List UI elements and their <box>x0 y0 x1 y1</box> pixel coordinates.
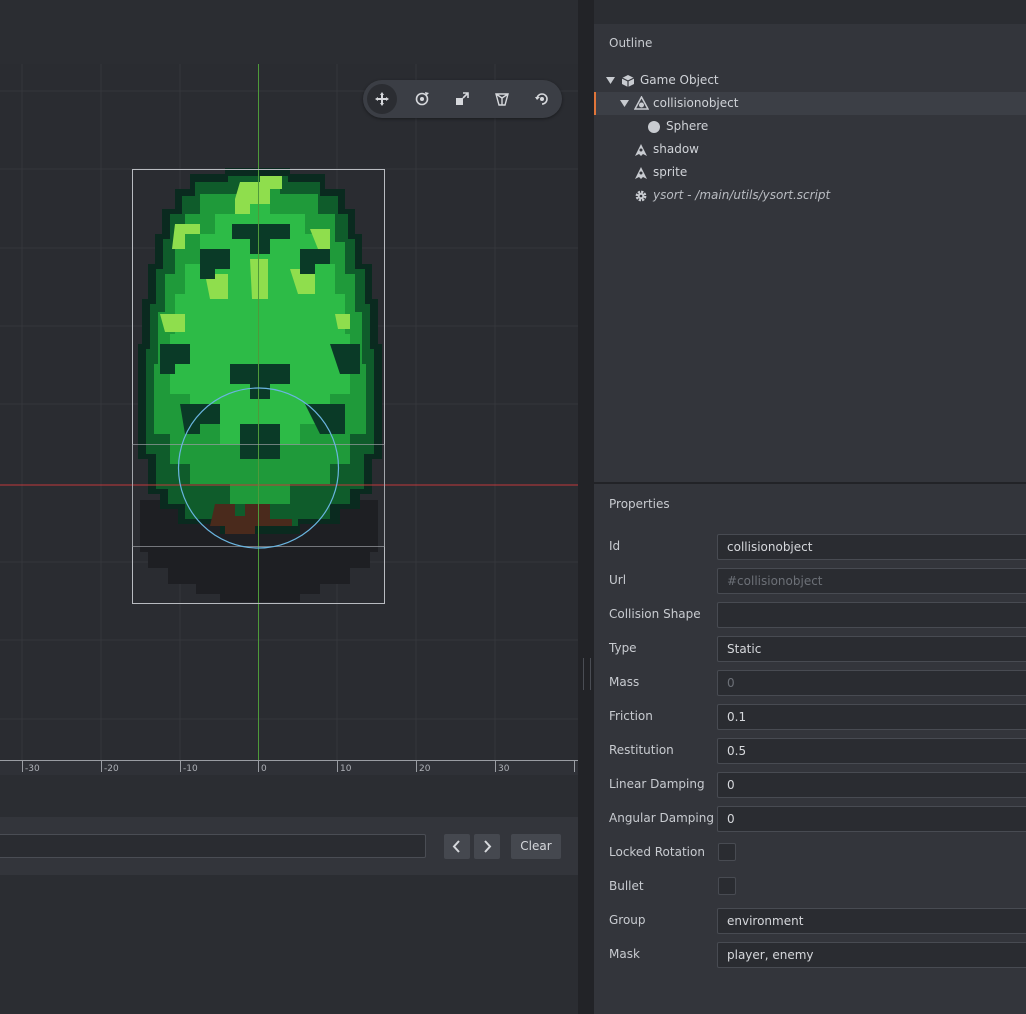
scale-tool-icon <box>456 92 469 105</box>
cube-icon <box>621 75 635 87</box>
outline-item-sprite[interactable]: sprite <box>594 161 1026 184</box>
rotate-tool-button[interactable] <box>407 84 437 114</box>
mass-field: 0 <box>717 670 1026 696</box>
property-label: Friction <box>609 709 653 723</box>
sprite-icon <box>635 144 647 156</box>
outline-item-label: collisionobject <box>653 96 739 110</box>
restitution-field[interactable]: 0.5 <box>717 738 1026 764</box>
reset-camera-button[interactable] <box>527 84 557 114</box>
sphere-icon <box>648 121 660 133</box>
scale-tool-button[interactable] <box>447 84 477 114</box>
outline-item-label: ysort - /main/utils/ysort.script <box>653 188 831 202</box>
property-type: Type Static <box>594 636 1026 662</box>
outline-item-sphere[interactable]: Sphere <box>594 115 1026 138</box>
expand-arrow-icon[interactable] <box>620 100 629 107</box>
collision-object-icon <box>634 96 649 110</box>
group-field[interactable]: environment <box>717 908 1026 934</box>
property-angular-damping: Angular Damping 0 <box>594 806 1026 832</box>
type-select[interactable]: Static <box>717 636 1026 662</box>
property-collision-shape: Collision Shape <box>594 602 1026 628</box>
console-search-input[interactable] <box>0 834 426 858</box>
ruler-tick-label: -10 <box>183 764 198 774</box>
move-tool-button[interactable] <box>367 84 397 114</box>
ruler-tick-label: 30 <box>498 764 510 774</box>
property-friction: Friction 0.1 <box>594 704 1026 730</box>
outline-item-label: sprite <box>653 165 688 179</box>
perspective-tool-icon <box>495 93 509 106</box>
move-tool-icon <box>375 92 389 106</box>
outline-item-ysort-script[interactable]: ysort - /main/utils/ysort.script <box>594 184 1026 207</box>
outline-item-collisionobject[interactable]: collisionobject <box>594 92 1026 115</box>
chevron-left-icon <box>452 840 460 853</box>
collision-shape-field[interactable] <box>717 602 1026 628</box>
previous-match-button[interactable] <box>444 834 470 859</box>
rotate-tool-icon <box>415 92 429 106</box>
ruler-tick-label: 10 <box>340 764 352 774</box>
transform-toolbar <box>363 80 562 118</box>
property-mass: Mass 0 <box>594 670 1026 696</box>
outline-item-label: Sphere <box>666 119 709 133</box>
panel-header-strip <box>594 0 1026 24</box>
property-label: Locked Rotation <box>609 845 705 859</box>
property-url: Url #collisionobject <box>594 568 1026 594</box>
property-label: Linear Damping <box>609 777 705 791</box>
gear-icon <box>635 190 647 202</box>
property-id: Id collisionobject <box>594 534 1026 560</box>
property-label: Url <box>609 573 627 587</box>
id-field[interactable]: collisionobject <box>717 534 1026 560</box>
property-label: Bullet <box>609 879 644 893</box>
outline-item-game-object[interactable]: Game Object <box>594 69 1026 92</box>
property-label: Angular Damping <box>609 811 714 825</box>
outline-item-label: Game Object <box>640 73 719 87</box>
properties-title: Properties <box>609 497 670 511</box>
angular-damping-field[interactable]: 0 <box>717 806 1026 832</box>
property-label: Restitution <box>609 743 674 757</box>
property-label: Group <box>609 913 646 927</box>
sprite-icon <box>635 167 647 179</box>
property-mask: Mask player, enemy <box>594 942 1026 968</box>
expand-arrow-icon[interactable] <box>606 77 615 84</box>
outline-item-shadow[interactable]: shadow <box>594 138 1026 161</box>
scene-canvas[interactable] <box>0 64 578 760</box>
horizontal-ruler: -30 -20 -10 0 10 20 30 <box>0 760 578 775</box>
viewport-header-strip <box>0 0 578 64</box>
perspective-tool-button[interactable] <box>487 84 517 114</box>
property-label: Mass <box>609 675 640 689</box>
ruler-tick-label: 20 <box>419 764 431 774</box>
properties-panel: Properties Id collisionobject Url #colli… <box>594 484 1026 1014</box>
property-restitution: Restitution 0.5 <box>594 738 1026 764</box>
clear-button[interactable]: Clear <box>511 834 561 859</box>
friction-field[interactable]: 0.1 <box>717 704 1026 730</box>
outline-item-label: shadow <box>653 142 699 156</box>
property-group: Group environment <box>594 908 1026 934</box>
reset-camera-icon <box>535 93 548 105</box>
property-label: Type <box>609 641 637 655</box>
property-label: Mask <box>609 947 640 961</box>
ruler-tick-label: -30 <box>25 764 40 774</box>
property-label: Id <box>609 539 621 553</box>
url-field: #collisionobject <box>717 568 1026 594</box>
ruler-tick-label: -20 <box>104 764 119 774</box>
next-match-button[interactable] <box>474 834 500 859</box>
scene-viewport[interactable] <box>0 64 578 760</box>
console-output <box>0 875 578 1014</box>
console-header <box>0 775 578 817</box>
linear-damping-field[interactable]: 0 <box>717 772 1026 798</box>
bullet-checkbox[interactable] <box>718 877 736 895</box>
chevron-right-icon <box>484 840 492 853</box>
selection-accent <box>594 92 596 115</box>
locked-rotation-checkbox[interactable] <box>718 843 736 861</box>
property-linear-damping: Linear Damping 0 <box>594 772 1026 798</box>
ruler-tick-label: 0 <box>261 764 267 774</box>
property-bullet: Bullet <box>594 874 1026 900</box>
property-label: Collision Shape <box>609 607 701 621</box>
property-locked-rotation: Locked Rotation <box>594 840 1026 866</box>
outline-panel: Outline Game Object collisionobject Sphe… <box>594 24 1026 482</box>
outline-title: Outline <box>609 36 653 50</box>
panel-splitter[interactable] <box>578 0 594 1014</box>
splitter-grip[interactable] <box>583 658 591 690</box>
mask-field[interactable]: player, enemy <box>717 942 1026 968</box>
